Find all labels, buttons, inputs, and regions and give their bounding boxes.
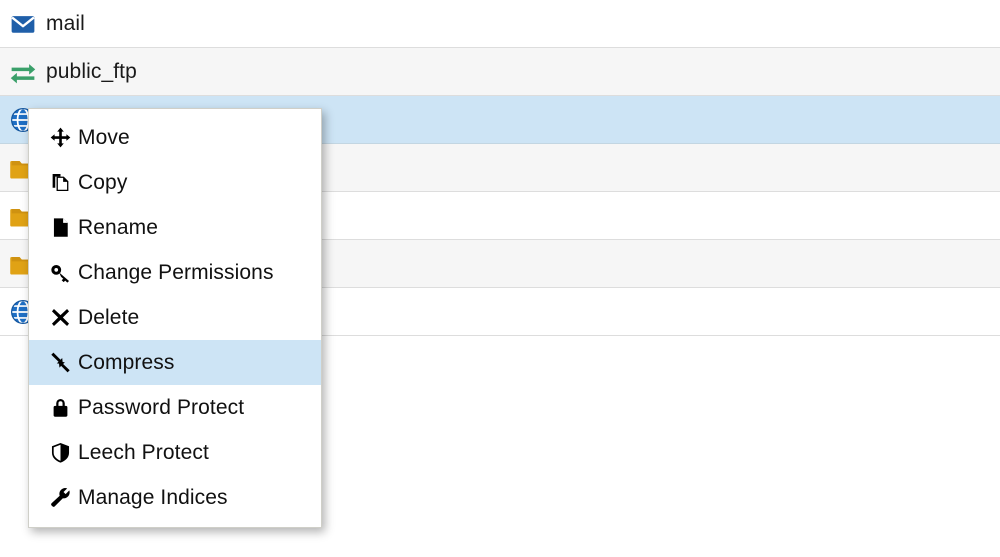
file-manager-screen: mailpublic_ftppublic_html MoveCopyRename…	[0, 0, 1000, 557]
x-mark-icon	[50, 307, 78, 328]
compress-icon	[50, 352, 78, 373]
menu-item-label: Copy	[78, 170, 128, 194]
menu-item-label: Rename	[78, 215, 158, 239]
menu-item-label: Manage Indices	[78, 485, 228, 509]
menu-item-delete[interactable]: Delete	[29, 295, 321, 340]
menu-item-compress[interactable]: Compress	[29, 340, 321, 385]
key-icon	[50, 262, 78, 283]
menu-item-label: Compress	[78, 350, 175, 374]
lock-icon	[50, 397, 78, 418]
file-row[interactable]: mail	[0, 0, 1000, 48]
menu-item-move[interactable]: Move	[29, 115, 321, 160]
context-menu[interactable]: Move Copy Rename Change Permissions Delete Co…	[28, 108, 322, 528]
file-row[interactable]: public_ftp	[0, 48, 1000, 96]
menu-item-label: Move	[78, 125, 130, 149]
menu-item-label: Leech Protect	[78, 440, 209, 464]
menu-item-manage-indices[interactable]: Manage Indices	[29, 475, 321, 520]
transfer-arrows-icon	[0, 58, 46, 86]
wrench-icon	[50, 487, 78, 508]
menu-item-rename[interactable]: Rename	[29, 205, 321, 250]
menu-item-copy[interactable]: Copy	[29, 160, 321, 205]
menu-item-leech-protect[interactable]: Leech Protect	[29, 430, 321, 475]
copy-icon	[50, 172, 78, 193]
menu-item-password-protect[interactable]: Password Protect	[29, 385, 321, 430]
file-row-label: mail	[46, 11, 85, 35]
shield-icon	[50, 442, 78, 463]
move-arrows-icon	[50, 127, 78, 148]
menu-item-change-permissions[interactable]: Change Permissions	[29, 250, 321, 295]
file-row-label: public_ftp	[46, 59, 137, 83]
menu-item-label: Change Permissions	[78, 260, 274, 284]
file-icon	[50, 217, 78, 238]
menu-item-label: Password Protect	[78, 395, 245, 419]
menu-item-label: Delete	[78, 305, 140, 329]
envelope-icon	[0, 10, 46, 38]
